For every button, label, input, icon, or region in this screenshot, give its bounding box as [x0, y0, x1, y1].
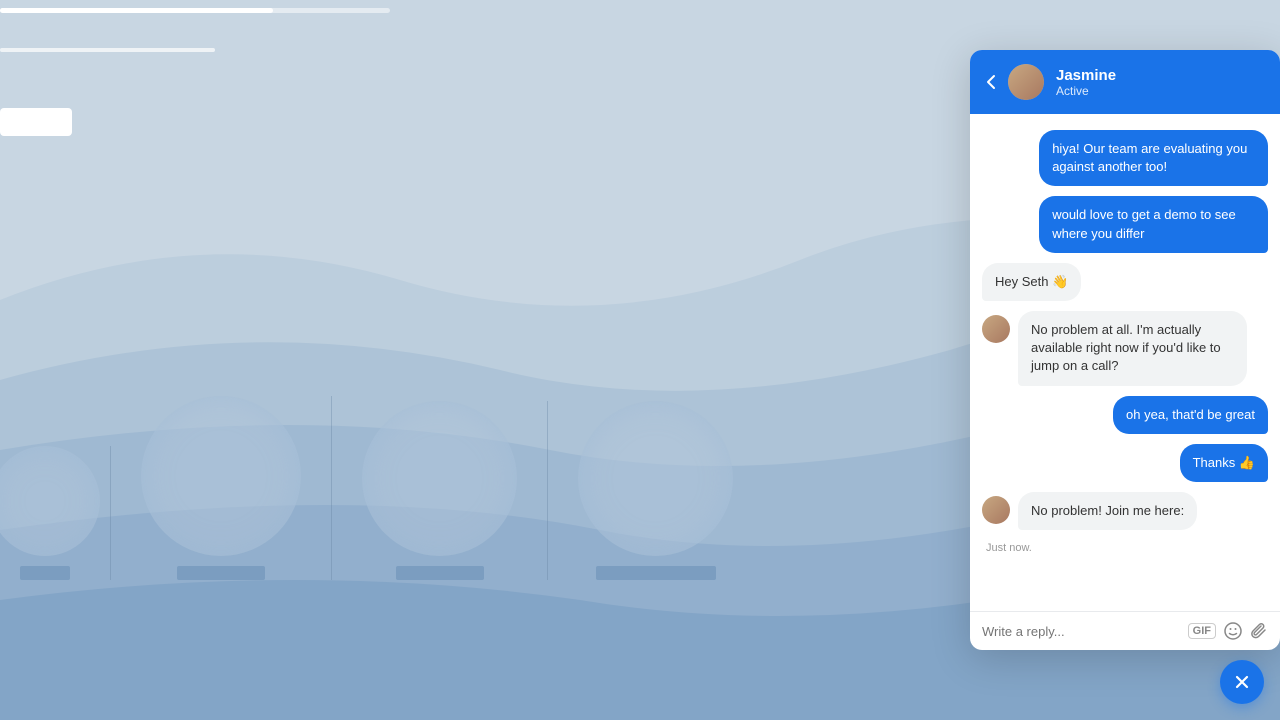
progress-bar-fill	[0, 8, 273, 13]
card-label	[396, 566, 484, 580]
chat-fab-button[interactable]	[1220, 660, 1264, 704]
emoji-button[interactable]	[1224, 622, 1242, 640]
agent-avatar-small	[982, 315, 1010, 343]
chat-input-area: GIF	[970, 611, 1280, 650]
message-bubble-incoming: Hey Seth 👋	[982, 263, 1081, 301]
card-item[interactable]	[111, 396, 332, 580]
chat-back-button[interactable]	[986, 74, 996, 90]
chat-panel: Jasmine Active hiya! Our team are evalua…	[970, 50, 1280, 650]
card-label	[596, 566, 716, 580]
message-bubble-outgoing: would love to get a demo to see where yo…	[1039, 196, 1268, 252]
message-bubble-incoming: No problem! Join me here:	[1018, 492, 1197, 530]
message-row: oh yea, that'd be great	[982, 396, 1268, 434]
progress-bar-container	[0, 8, 390, 13]
card-item[interactable]	[548, 401, 763, 580]
agent-avatar-small	[982, 496, 1010, 524]
message-row: would love to get a demo to see where yo…	[982, 196, 1268, 252]
card-label	[177, 566, 265, 580]
card-circle	[0, 446, 100, 556]
message-row: hiya! Our team are evaluating you agains…	[982, 130, 1268, 186]
subtitle-line	[0, 48, 215, 52]
chat-messages: hiya! Our team are evaluating you agains…	[970, 114, 1280, 611]
search-box[interactable]	[0, 108, 72, 136]
message-row: Hey Seth 👋	[982, 263, 1268, 301]
card-label	[20, 566, 70, 580]
gif-button[interactable]: GIF	[1188, 623, 1216, 639]
card-circle	[141, 396, 301, 556]
chat-header: Jasmine Active	[970, 50, 1280, 114]
chat-header-info: Jasmine Active	[1056, 67, 1264, 98]
message-timestamp: Just now.	[982, 542, 1268, 554]
message-row: No problem! Join me here:	[982, 492, 1268, 530]
agent-name: Jasmine	[1056, 67, 1264, 84]
chat-reply-input[interactable]	[982, 624, 1180, 639]
message-row: No problem at all. I'm actually availabl…	[982, 311, 1268, 386]
card-item[interactable]	[332, 401, 548, 580]
agent-avatar	[1008, 64, 1044, 100]
chat-input-icons: GIF	[1188, 622, 1268, 640]
attach-button[interactable]	[1250, 622, 1268, 640]
agent-status: Active	[1056, 84, 1264, 98]
message-bubble-outgoing: Thanks 👍	[1180, 444, 1268, 482]
message-bubble-incoming: No problem at all. I'm actually availabl…	[1018, 311, 1247, 386]
card-circle	[362, 401, 517, 556]
message-bubble-outgoing: oh yea, that'd be great	[1113, 396, 1268, 434]
message-row: Thanks 👍	[982, 444, 1268, 482]
left-content	[0, 0, 950, 720]
message-bubble-outgoing: hiya! Our team are evaluating you agains…	[1039, 130, 1268, 186]
card-circle	[578, 401, 733, 556]
card-item[interactable]	[0, 446, 111, 580]
